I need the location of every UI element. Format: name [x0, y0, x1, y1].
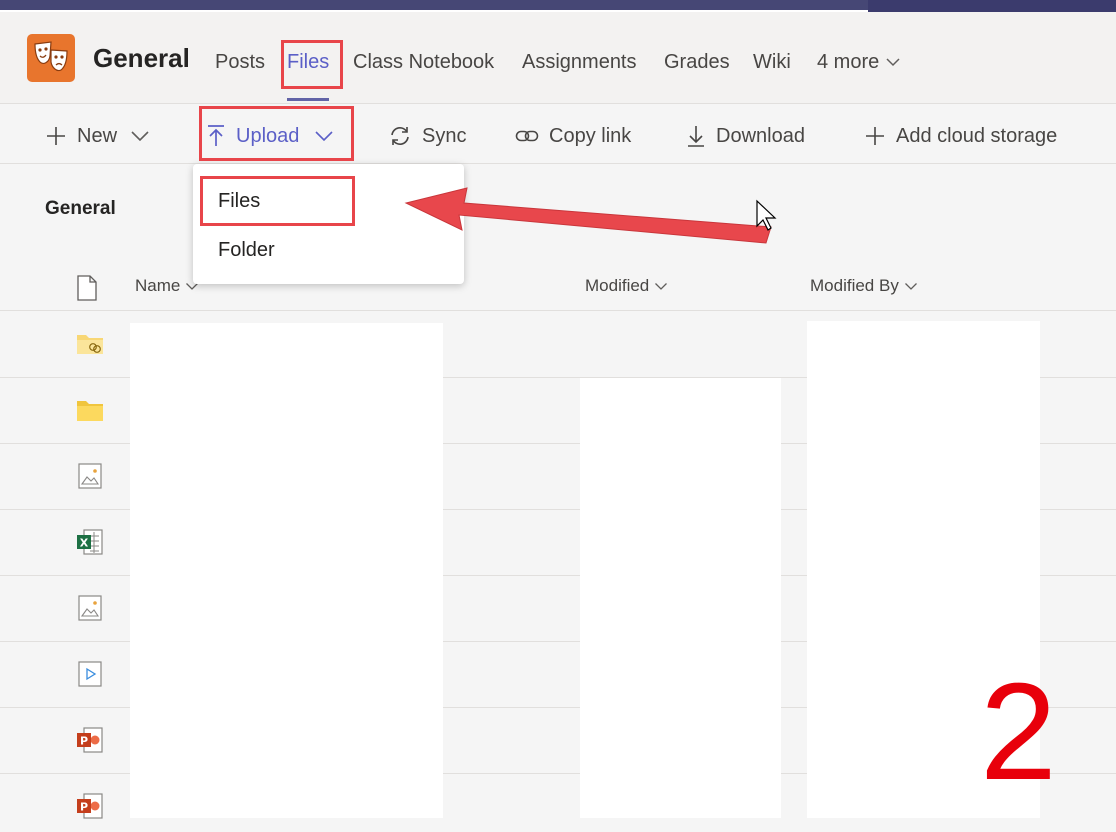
arrow-shape [404, 187, 772, 244]
step-number-annotation: 2 [980, 655, 1057, 809]
annotation-arrow [404, 187, 777, 244]
